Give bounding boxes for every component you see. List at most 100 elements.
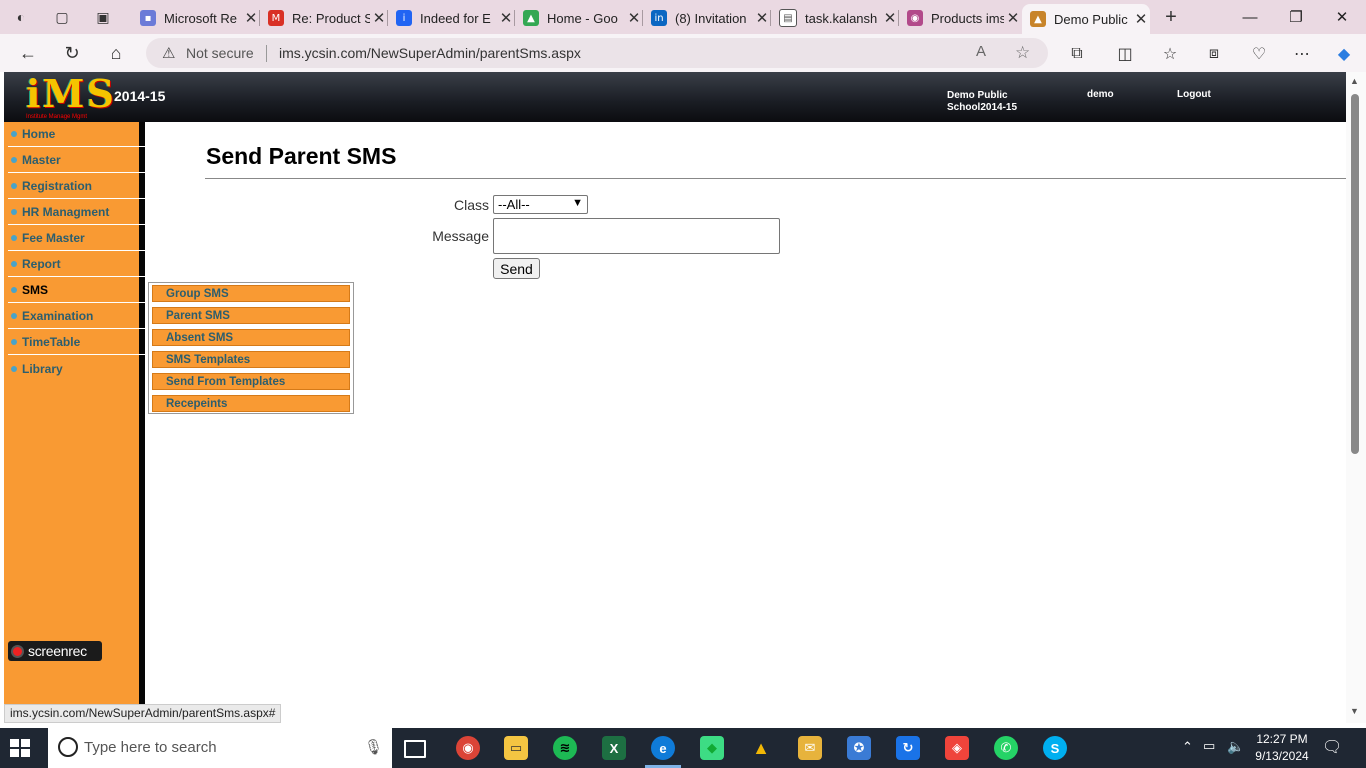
class-select[interactable]: --All-- ▼ [493, 195, 588, 214]
sidebar-item-report[interactable]: Report [8, 252, 145, 277]
security-label[interactable]: Not secure [186, 45, 254, 61]
tab-close-icon[interactable]: ✕ [242, 9, 260, 27]
tab-favicon-icon: in [651, 10, 667, 26]
spotify-icon[interactable]: ≋ [553, 736, 577, 760]
windows-start-icon[interactable] [8, 736, 32, 760]
minimize-icon[interactable]: — [1227, 4, 1273, 30]
tab-close-icon[interactable]: ✕ [881, 9, 899, 27]
sync-app-icon[interactable]: ↻ [896, 736, 920, 760]
mail-icon[interactable]: ✉ [798, 736, 822, 760]
extensions-icon[interactable]: ⧉ [1065, 42, 1089, 66]
excel-icon[interactable]: X [602, 736, 626, 760]
android-studio-icon[interactable]: ◆ [700, 736, 724, 760]
submenu-item-parent-sms[interactable]: Parent SMS [152, 307, 350, 324]
sidebar-item-examination[interactable]: Examination [8, 304, 145, 329]
browser-tab[interactable]: M Re: Product S ✕ [260, 4, 388, 32]
skype-icon[interactable]: S [1043, 736, 1067, 760]
read-aloud-icon[interactable]: A [976, 43, 986, 60]
bullet-icon [11, 209, 17, 215]
refresh-icon[interactable]: ↻ [60, 41, 84, 65]
submenu-item-absent-sms[interactable]: Absent SMS [152, 329, 350, 346]
browser-tab[interactable]: ▤ task.kalansh ✕ [771, 4, 899, 32]
page-scrollbar[interactable]: ▲ ▼ [1346, 72, 1366, 723]
whatsapp-icon[interactable]: ✆ [994, 736, 1018, 760]
send-button[interactable]: Send [493, 258, 540, 279]
tab-close-icon[interactable]: ✕ [1004, 9, 1022, 27]
submenu-item-recepeints[interactable]: Recepeints [152, 395, 350, 412]
ims-logo[interactable]: iMS Institute Manage Mgmt [26, 74, 114, 121]
google-drive-icon[interactable]: ▲ [749, 736, 773, 760]
scroll-down-icon[interactable]: ▼ [1350, 706, 1359, 716]
taskbar-clock[interactable]: 12:27 PM 9/13/2024 [1250, 731, 1314, 765]
logo-subtext: Institute Manage Mgmt [26, 114, 88, 120]
browser-tab[interactable]: i Indeed for E ✕ [388, 4, 515, 32]
sidebar-item-label: Home [22, 127, 56, 141]
split-screen-icon[interactable]: ◫ [1113, 42, 1137, 66]
tab-close-icon[interactable]: ✕ [370, 9, 388, 27]
address-bar[interactable]: ⚠ Not secure ims.ycsin.com/NewSuperAdmin… [146, 38, 1048, 68]
sidebar-item-timetable[interactable]: TimeTable [8, 330, 145, 355]
browser-tab-active[interactable]: ▲ Demo Public ✕ [1022, 4, 1150, 34]
anydesk-icon[interactable]: ◈ [945, 736, 969, 760]
url-text[interactable]: ims.ycsin.com/NewSuperAdmin/parentSms.as… [279, 45, 581, 61]
more-icon[interactable]: ⋯ [1290, 42, 1314, 66]
tab-close-icon[interactable]: ✕ [753, 9, 771, 27]
restore-icon[interactable]: ❐ [1273, 4, 1319, 30]
workspaces-icon[interactable]: ▢ [51, 6, 73, 28]
sidebar-item-sms[interactable]: SMS [8, 278, 145, 303]
warning-icon[interactable]: ⚠ [162, 44, 175, 62]
scrollbar-thumb[interactable] [1351, 94, 1359, 454]
browser-tab[interactable]: ◉ Products ims ✕ [899, 4, 1022, 32]
microphone-icon[interactable]: 🎙 [364, 738, 383, 756]
sidebar-item-hr-managment[interactable]: HR Managment [8, 200, 145, 225]
profile-icon[interactable]: ◐ [10, 6, 32, 28]
favorite-icon[interactable]: ☆ [1015, 43, 1030, 63]
back-icon[interactable]: ← [16, 41, 40, 65]
new-tab-icon[interactable]: + [1160, 6, 1182, 28]
page-title: Send Parent SMS [206, 143, 397, 169]
browser-tab[interactable]: ▲ Home - Goo ✕ [515, 4, 643, 32]
window-close-icon[interactable]: ✕ [1319, 4, 1365, 30]
performance-icon[interactable]: ♡ [1247, 42, 1271, 66]
copilot-icon[interactable]: ◆ [1332, 42, 1356, 66]
message-textarea[interactable] [493, 218, 780, 254]
browser-tab[interactable]: in (8) Invitation ✕ [643, 4, 771, 32]
sidebar-item-fee-master[interactable]: Fee Master [8, 226, 145, 251]
screenrec-overlay[interactable]: screenrec [8, 641, 102, 661]
volume-muted-icon[interactable]: 🔈 [1227, 738, 1244, 755]
sidebar-item-home[interactable]: Home [8, 122, 145, 147]
task-view-icon[interactable] [404, 740, 426, 758]
file-explorer-icon[interactable]: ▭ [504, 736, 528, 760]
collections-icon[interactable]: ⧈ [1202, 42, 1226, 66]
sidebar-item-registration[interactable]: Registration [8, 174, 145, 199]
network-icon[interactable]: ▭ [1203, 738, 1215, 754]
submenu-item-send-from-templates[interactable]: Send From Templates [152, 373, 350, 390]
edge-icon[interactable]: e [651, 736, 675, 760]
tab-title: Re: Product S [292, 10, 370, 26]
tab-close-icon[interactable]: ✕ [625, 9, 643, 27]
submenu-item-group-sms[interactable]: Group SMS [152, 285, 350, 302]
sidebar-item-library[interactable]: Library [8, 356, 145, 381]
tab-close-icon[interactable]: ✕ [1132, 10, 1150, 28]
favorites-icon[interactable]: ☆ [1158, 42, 1182, 66]
chrome-icon[interactable]: ◉ [456, 736, 480, 760]
tab-title: Home - Goo [547, 10, 618, 26]
chevron-up-icon[interactable]: ⌃ [1182, 739, 1193, 755]
sidebar-item-label: Master [22, 153, 61, 167]
tab-actions-icon[interactable]: ▣ [92, 6, 114, 28]
home-icon[interactable]: ⌂ [104, 41, 128, 65]
username-link[interactable]: demo [1087, 89, 1114, 100]
scroll-up-icon[interactable]: ▲ [1350, 76, 1359, 86]
sidebar-item-label: Library [22, 361, 63, 376]
browser-tab[interactable]: ▪ Microsoft Re ✕ [132, 4, 260, 32]
logout-link[interactable]: Logout [1177, 89, 1211, 100]
notifications-icon[interactable]: 🗨 [1322, 737, 1342, 757]
clock-date: 9/13/2024 [1255, 749, 1309, 763]
tab-favicon-icon: ▲ [1030, 11, 1046, 27]
taskbar-search[interactable]: Type here to search 🎙 [48, 728, 392, 768]
tab-close-icon[interactable]: ✕ [497, 9, 515, 27]
submenu-item-sms-templates[interactable]: SMS Templates [152, 351, 350, 368]
sidebar-item-master[interactable]: Master [8, 148, 145, 173]
badge-app-icon[interactable]: ✪ [847, 736, 871, 760]
tab-favicon-icon: ▲ [523, 10, 539, 26]
